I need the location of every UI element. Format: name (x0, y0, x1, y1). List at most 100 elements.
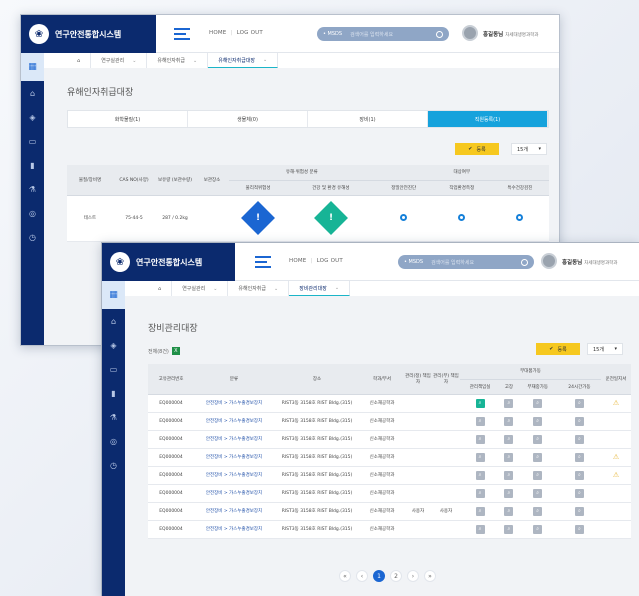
sidebar-item-shield-icon[interactable]: ◈ (21, 105, 44, 129)
view-icon[interactable]: ⌕ (533, 470, 543, 480)
view-icon[interactable]: ⌕ (475, 416, 485, 426)
cell-cat[interactable]: 안전장비 > 가스누출경보장치 (194, 484, 274, 503)
tab-hazard[interactable]: 유해인자취급 ⌄ (228, 281, 290, 296)
cell-cat[interactable]: 안전장비 > 가스누출경보장치 (194, 466, 274, 485)
table-row[interactable]: EQ000004 안전장비 > 가스누출경보장치 RIST3동 3158호 RIST… (148, 412, 631, 431)
menu-icon[interactable] (174, 28, 190, 40)
sidebar-item-shield-icon[interactable]: ◈ (102, 333, 125, 357)
cell-cat[interactable]: 안전장비 > 가스누출경보장치 (194, 502, 274, 521)
first-page-button[interactable]: « (339, 570, 351, 582)
next-page-button[interactable]: › (407, 570, 419, 582)
page-1-button[interactable]: 1 (373, 570, 385, 582)
view-icon[interactable]: ⌕ (533, 398, 543, 408)
last-page-button[interactable]: » (424, 570, 436, 582)
sidebar-item-monitor-icon[interactable]: ▭ (102, 357, 125, 381)
view-icon[interactable]: ⌕ (504, 524, 514, 534)
view-icon[interactable]: ⌕ (475, 452, 485, 462)
view-icon[interactable]: ⌕ (574, 524, 584, 534)
sidebar-item-globe-icon[interactable]: ◎ (102, 429, 125, 453)
tab-chemical[interactable]: 화학물질(1) (68, 111, 188, 127)
table-row[interactable]: EQ000004 안전장비 > 가스누출경보장치 RIST3동 3158호 RIST… (148, 394, 631, 413)
logout-link[interactable]: LOG OUT (237, 30, 263, 36)
excel-download-icon[interactable]: X (171, 347, 180, 355)
view-icon[interactable]: ⌕ (533, 434, 543, 444)
sidebar-item-clock-icon[interactable]: ◷ (21, 225, 44, 249)
msds-search[interactable]: • MSDS 검색어를 입력하세요 (398, 255, 534, 269)
search-icon[interactable] (521, 258, 528, 266)
view-icon[interactable]: ⌕ (475, 506, 485, 516)
view-icon[interactable]: ⌕ (533, 416, 543, 426)
tab-lab[interactable]: 연구실관리 ⌄ (91, 53, 148, 68)
view-icon[interactable]: ⌕ (504, 416, 514, 426)
home-icon[interactable]: ⌂ (67, 53, 92, 68)
search-icon[interactable] (436, 30, 443, 38)
per-page-select[interactable]: 15개 ▾ (511, 143, 547, 155)
view-icon[interactable]: ⌕ (504, 470, 514, 480)
sidebar-item-flask-icon[interactable]: ⚗ (21, 177, 44, 201)
msds-search[interactable]: • MSDS 검색어를 입력하세요 (317, 27, 449, 41)
sidebar-item-flask-icon[interactable]: ⚗ (102, 405, 125, 429)
table-row[interactable]: EQ000004 안전장비 > 가스누출경보장치 RIST3동 3158호 RIST… (148, 502, 631, 521)
view-icon[interactable]: ⌕ (504, 488, 514, 498)
tab-staff[interactable]: 직원등록(1) (428, 111, 548, 127)
logout-link[interactable]: LOG OUT (317, 258, 343, 264)
sidebar-item-globe-icon[interactable]: ◎ (21, 201, 44, 225)
view-icon[interactable]: ⌕ (574, 452, 584, 462)
view-icon[interactable]: ⌕ (574, 506, 584, 516)
cell-cat[interactable]: 안전장비 > 가스누출경보장치 (194, 394, 274, 413)
view-icon[interactable]: ⌕ (504, 398, 514, 408)
cell-cat[interactable]: 안전장비 > 가스누출경보장치 (194, 412, 274, 431)
view-icon[interactable]: ⌕ (504, 506, 514, 516)
cell-cat[interactable]: 안전장비 > 가스누출경보장치 (194, 520, 274, 539)
tab-lab[interactable]: 연구실관리 ⌄ (172, 281, 229, 296)
warning-icon[interactable]: ⚠ (613, 453, 619, 461)
view-icon[interactable]: ⌕ (504, 434, 514, 444)
view-icon[interactable]: ⌕ (574, 416, 584, 426)
per-page-select[interactable]: 15개 ▾ (587, 343, 623, 355)
page-2-button[interactable]: 2 (390, 570, 402, 582)
view-icon[interactable]: ⌕ (533, 506, 543, 516)
tab-equipment[interactable]: 장비(1) (308, 111, 428, 127)
table-row[interactable]: EQ000004 안전장비 > 가스누출경보장치 RIST3동 3158호 RIST… (148, 520, 631, 539)
home-link[interactable]: HOME (209, 30, 227, 36)
view-icon[interactable]: ⌕ (475, 524, 485, 534)
menu-icon[interactable] (255, 256, 271, 268)
cell-cat[interactable]: 안전장비 > 가스누출경보장치 (194, 430, 274, 449)
brand[interactable]: ❀ 연구안전통합시스템 (21, 15, 156, 53)
view-icon[interactable]: ⌕ (475, 470, 485, 480)
view-icon[interactable]: ⌕ (475, 398, 485, 408)
home-icon[interactable]: ⌂ (148, 281, 173, 296)
view-icon[interactable]: ⌕ (574, 488, 584, 498)
tab-equipment-register[interactable]: 장비관리대장 ⌄ (289, 281, 351, 296)
sidebar-item-bottle-icon[interactable]: ▮ (21, 153, 44, 177)
prev-page-button[interactable]: ‹ (356, 570, 368, 582)
table-row[interactable]: EQ000004 안전장비 > 가스누출경보장치 RIST3동 3158호 RIST… (148, 466, 631, 485)
brand[interactable]: ❀ 연구안전통합시스템 (102, 243, 235, 281)
sidebar-item-lab-icon[interactable]: ▦ (21, 53, 44, 81)
sidebar-item-bottle-icon[interactable]: ▮ (102, 381, 125, 405)
avatar[interactable] (541, 253, 557, 269)
table-row[interactable]: 테스트 75-44-5 287 / 0.2kg ! ! (67, 195, 549, 242)
warning-icon[interactable]: ⚠ (613, 399, 619, 407)
view-icon[interactable]: ⌕ (574, 470, 584, 480)
tab-hazard-register[interactable]: 유해인자취급대장 ⌄ (208, 53, 279, 68)
register-button[interactable]: ✔ 등록 (536, 343, 580, 355)
sidebar-item-monitor-icon[interactable]: ▭ (21, 129, 44, 153)
avatar[interactable] (462, 25, 478, 41)
view-icon[interactable]: ⌕ (475, 434, 485, 444)
tab-organism[interactable]: 생물체(0) (188, 111, 308, 127)
cell-cat[interactable]: 안전장비 > 가스누출경보장치 (194, 448, 274, 467)
view-icon[interactable]: ⌕ (475, 488, 485, 498)
table-row[interactable]: EQ000004 안전장비 > 가스누출경보장치 RIST3동 3158호 RIST… (148, 484, 631, 503)
view-icon[interactable]: ⌕ (504, 452, 514, 462)
view-icon[interactable]: ⌕ (533, 488, 543, 498)
sidebar-item-lab-icon[interactable]: ▦ (102, 281, 125, 309)
table-row[interactable]: EQ000004 안전장비 > 가스누출경보장치 RIST3동 3158호 RIST… (148, 430, 631, 449)
view-icon[interactable]: ⌕ (533, 524, 543, 534)
sidebar-item-building-icon[interactable]: ⌂ (102, 309, 125, 333)
register-button[interactable]: ✔ 등록 (455, 143, 499, 155)
home-link[interactable]: HOME (289, 258, 307, 264)
view-icon[interactable]: ⌕ (574, 398, 584, 408)
table-row[interactable]: EQ000004 안전장비 > 가스누출경보장치 RIST3동 3158호 RIST… (148, 448, 631, 467)
search-input[interactable]: 검색어를 입력하세요 (431, 259, 521, 266)
